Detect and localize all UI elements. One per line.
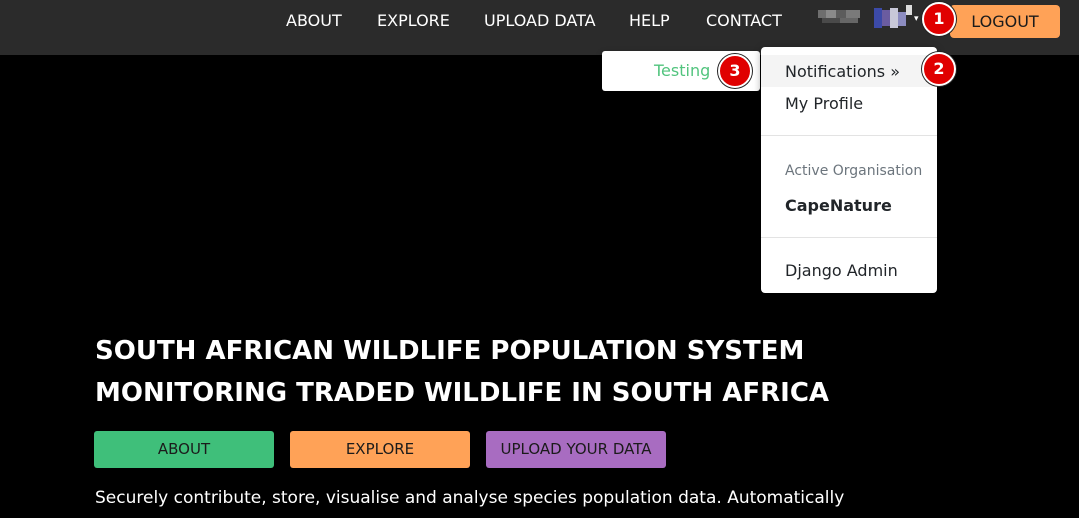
menu-divider (761, 237, 937, 238)
hero-description: Securely contribute, store, visualise an… (95, 488, 845, 508)
step-badge-3: 3 (718, 54, 752, 88)
step-badge-2: 2 (922, 52, 956, 86)
hero-upload-button[interactable]: UPLOAD YOUR DATA (486, 431, 666, 468)
hero-about-button[interactable]: ABOUT (94, 431, 274, 468)
menu-item-django-admin[interactable]: Django Admin (785, 261, 898, 280)
nav-contact-link[interactable]: CONTACT (706, 11, 782, 31)
hero-title-line-2: MONITORING TRADED WILDLIFE IN SOUTH AFRI… (95, 378, 830, 408)
menu-header-active-organisation: Active Organisation (785, 163, 923, 179)
username-redacted[interactable] (818, 7, 862, 25)
nav-help-link[interactable]: HELP (629, 11, 670, 31)
menu-divider (761, 135, 937, 136)
caret-down-icon[interactable]: ▾ (914, 14, 919, 24)
nav-explore-link[interactable]: EXPLORE (377, 11, 450, 31)
hero-title-line-1: SOUTH AFRICAN WILDLIFE POPULATION SYSTEM (95, 336, 805, 366)
menu-item-active-org[interactable]: CapeNature (785, 196, 892, 215)
step-badge-1: 1 (922, 2, 956, 36)
menu-item-my-profile[interactable]: My Profile (785, 94, 863, 113)
menu-item-notifications[interactable]: Notifications » (785, 62, 900, 81)
submenu-item-testing[interactable]: Testing (654, 61, 710, 80)
user-dropdown-menu: Notifications » My Profile Active Organi… (761, 47, 937, 293)
hero-explore-button[interactable]: EXPLORE (290, 431, 470, 468)
user-avatar-icon[interactable] (874, 5, 914, 28)
nav-about-link[interactable]: ABOUT (286, 11, 342, 31)
nav-upload-data-link[interactable]: UPLOAD DATA (484, 11, 596, 31)
logout-button[interactable]: LOGOUT (950, 5, 1060, 38)
